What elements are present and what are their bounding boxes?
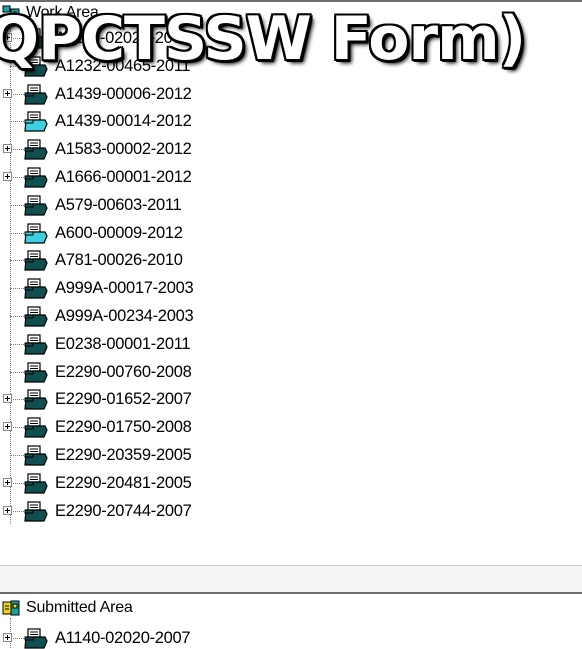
expand-toggle-icon[interactable] (3, 505, 12, 515)
tree-connector (10, 371, 24, 373)
tree-item-label: E2290-01750-2008 (55, 418, 192, 437)
tree-item-label: E2290-20481-2005 (55, 473, 192, 492)
tree-item-label: E2290-20359-2005 (55, 446, 192, 464)
submitted-area-icon (2, 600, 20, 616)
expand-toggle-icon[interactable] (3, 172, 12, 181)
tree-item[interactable]: E0238-00001-2011 (0, 331, 582, 358)
tree-connector (10, 343, 24, 345)
document-folder-icon (24, 83, 48, 105)
tree-item-label: A600-00009-2012 (55, 223, 183, 242)
tree-connector (10, 93, 24, 95)
tree-item[interactable]: E2290-01750-2008 (0, 414, 582, 441)
tree-item[interactable]: A781-00026-2010 (0, 247, 582, 274)
tree-item-label: A1439-00006-2012 (55, 84, 192, 103)
tree-item[interactable]: A1583-00002-2012 (0, 136, 582, 163)
expand-toggle-icon[interactable] (3, 88, 12, 98)
tree-connector (10, 260, 24, 262)
tree-item[interactable]: A999A-00017-2003 (0, 275, 582, 302)
tree-item[interactable]: A1439-00014-2012 (0, 108, 582, 135)
tree-item[interactable]: A1439-00006-2012 (0, 81, 582, 108)
document-folder-icon (24, 628, 48, 649)
tree-item-label: A1140-02020-2007 (55, 629, 191, 647)
tree-connector (10, 482, 24, 484)
tree-item-label: A781-00026-2010 (55, 251, 183, 270)
work-area-panel: Work Area A1140-02020-2007 A1232-00465-20… (0, 0, 582, 567)
document-folder-icon (24, 250, 48, 271)
tree-connector (10, 121, 24, 123)
document-folder-icon (24, 500, 48, 522)
document-folder-cyan-icon (24, 111, 48, 132)
tree-connector (10, 204, 24, 206)
document-folder-cyan-icon (24, 222, 48, 244)
tree-item[interactable]: E2290-20744-2007 (0, 498, 582, 525)
tree-item-label: E2290-01652-2007 (55, 390, 192, 409)
tree-connector (10, 638, 24, 639)
tree-connector (10, 288, 24, 290)
document-folder-icon (24, 278, 48, 299)
tree-connector (10, 177, 24, 178)
tree-item-label: A1666-00001-2012 (55, 168, 192, 186)
tree-connector (10, 149, 24, 151)
tree-item[interactable]: E2290-00760-2008 (0, 359, 582, 386)
tree-item[interactable]: A999A-00234-2003 (0, 303, 582, 330)
panel-splitter[interactable] (0, 565, 582, 594)
overlay-caption: QPCTSSW Form) (0, 4, 526, 74)
submitted-area-panel: Submitted Area A1140-02020-2007 (0, 592, 582, 649)
document-folder-icon (24, 306, 48, 327)
tree-item[interactable]: E2290-20359-2005 (0, 442, 582, 469)
tree-connector (10, 455, 24, 456)
tree-item-label: E2290-20744-2007 (55, 501, 192, 520)
tree-connector (10, 510, 24, 512)
expand-toggle-icon[interactable] (3, 422, 12, 432)
tree-item[interactable]: A579-00603-2011 (0, 192, 582, 219)
tree-item-label: A1583-00002-2012 (55, 140, 192, 159)
tree-item-label: A1439-00014-2012 (55, 112, 192, 131)
submitted-area-header[interactable]: Submitted Area (0, 597, 133, 619)
tree-connector (10, 232, 24, 234)
expand-toggle-icon[interactable] (3, 394, 12, 404)
document-folder-icon (24, 139, 48, 160)
document-folder-icon (24, 389, 48, 410)
tree-item[interactable]: A1666-00001-2012 (0, 164, 582, 191)
document-folder-icon (24, 417, 48, 438)
tree-item[interactable]: A600-00009-2012 (0, 220, 582, 247)
expand-toggle-icon[interactable] (3, 144, 12, 154)
expand-toggle-icon[interactable] (3, 477, 12, 487)
document-folder-icon (24, 361, 48, 383)
tree-item[interactable]: E2290-01652-2007 (0, 386, 582, 413)
document-folder-icon (24, 445, 48, 466)
tree-connector (10, 399, 24, 401)
submitted-area-title: Submitted Area (26, 599, 133, 616)
tree-item-label: E2290-00760-2008 (55, 362, 192, 381)
document-folder-icon (24, 473, 48, 494)
document-folder-icon (24, 334, 48, 355)
expand-toggle-icon[interactable] (3, 633, 12, 642)
tree-connector (10, 427, 24, 429)
tree-item[interactable]: E2290-20481-2005 (0, 470, 582, 497)
tree-item-label: A999A-00234-2003 (55, 307, 194, 325)
tree-connector (10, 316, 24, 317)
tree-item-label: E0238-00001-2011 (55, 334, 191, 353)
document-folder-icon (24, 195, 48, 216)
tree-item[interactable]: A1140-02020-2007 (0, 625, 582, 649)
tree-item-label: A999A-00017-2003 (55, 279, 194, 298)
tree-item-label: A579-00603-2011 (55, 195, 182, 214)
document-folder-icon (24, 167, 48, 188)
